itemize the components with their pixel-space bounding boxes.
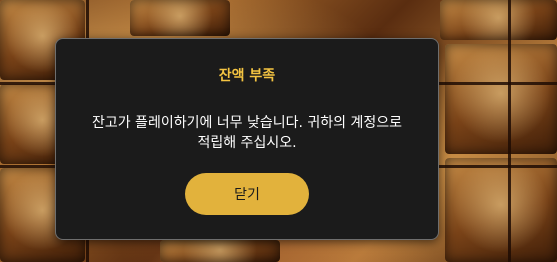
slot-symbol xyxy=(445,44,557,154)
slot-symbol xyxy=(440,0,557,40)
game-screen: 잔액 부족 잔고가 플레이하기에 너무 낮습니다. 귀하의 계정으로 적립해 주… xyxy=(0,0,557,262)
insufficient-balance-dialog: 잔액 부족 잔고가 플레이하기에 너무 낮습니다. 귀하의 계정으로 적립해 주… xyxy=(55,38,439,240)
slot-symbol xyxy=(445,158,557,262)
close-button[interactable]: 닫기 xyxy=(185,173,309,215)
dialog-message: 잔고가 플레이하기에 너무 낮습니다. 귀하의 계정으로 적립해 주십시오. xyxy=(91,115,403,151)
dialog-title: 잔액 부족 xyxy=(218,68,276,84)
slot-symbol xyxy=(130,0,230,36)
slot-symbol xyxy=(160,240,280,262)
reel-divider xyxy=(508,0,511,262)
